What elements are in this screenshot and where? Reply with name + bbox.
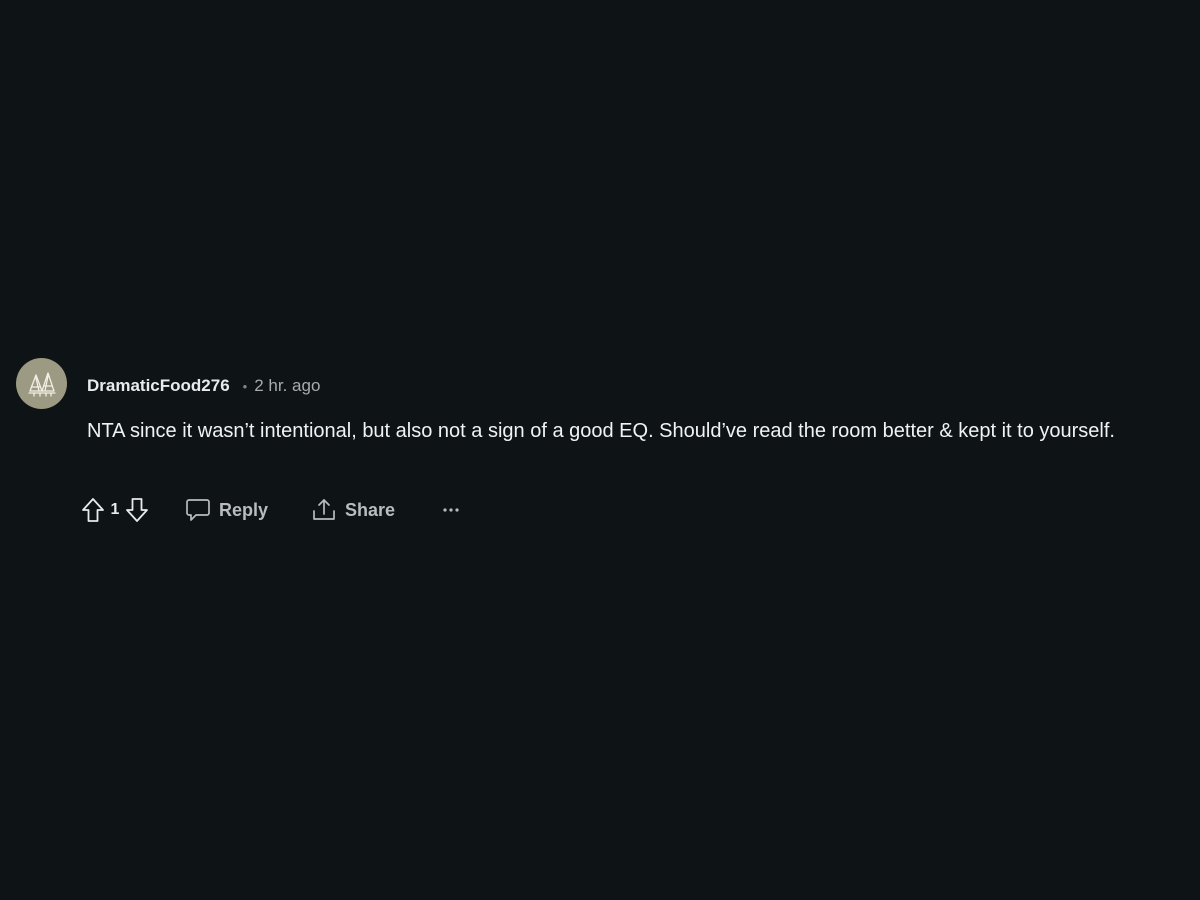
share-upload-icon bbox=[313, 499, 335, 520]
vote-count: 1 bbox=[110, 501, 120, 518]
more-options-button[interactable] bbox=[439, 498, 463, 522]
share-button[interactable]: Share bbox=[311, 497, 395, 523]
downvote-arrow-icon bbox=[126, 498, 148, 522]
timestamp[interactable]: 2 hr. ago bbox=[254, 376, 320, 396]
comment-body: NTA since it wasn’t intentional, but als… bbox=[87, 420, 1115, 442]
avatar[interactable] bbox=[16, 358, 67, 409]
meta-separator: • bbox=[242, 378, 248, 394]
upvote-button[interactable] bbox=[79, 495, 107, 525]
share-label: Share bbox=[345, 499, 396, 520]
upvote-arrow-icon bbox=[82, 498, 104, 522]
forest-tree-icon bbox=[27, 371, 56, 397]
downvote-button[interactable] bbox=[123, 495, 151, 525]
reply-label: Reply bbox=[219, 499, 269, 520]
comment-actions: 1 Reply Share bbox=[79, 492, 463, 528]
author-name[interactable]: DramaticFood276 bbox=[87, 376, 230, 396]
comment-bubble-icon bbox=[186, 499, 210, 521]
comment-meta: DramaticFood276 • 2 hr. ago bbox=[87, 374, 320, 398]
ellipsis-icon bbox=[443, 508, 459, 512]
reply-button[interactable]: Reply bbox=[185, 497, 268, 523]
